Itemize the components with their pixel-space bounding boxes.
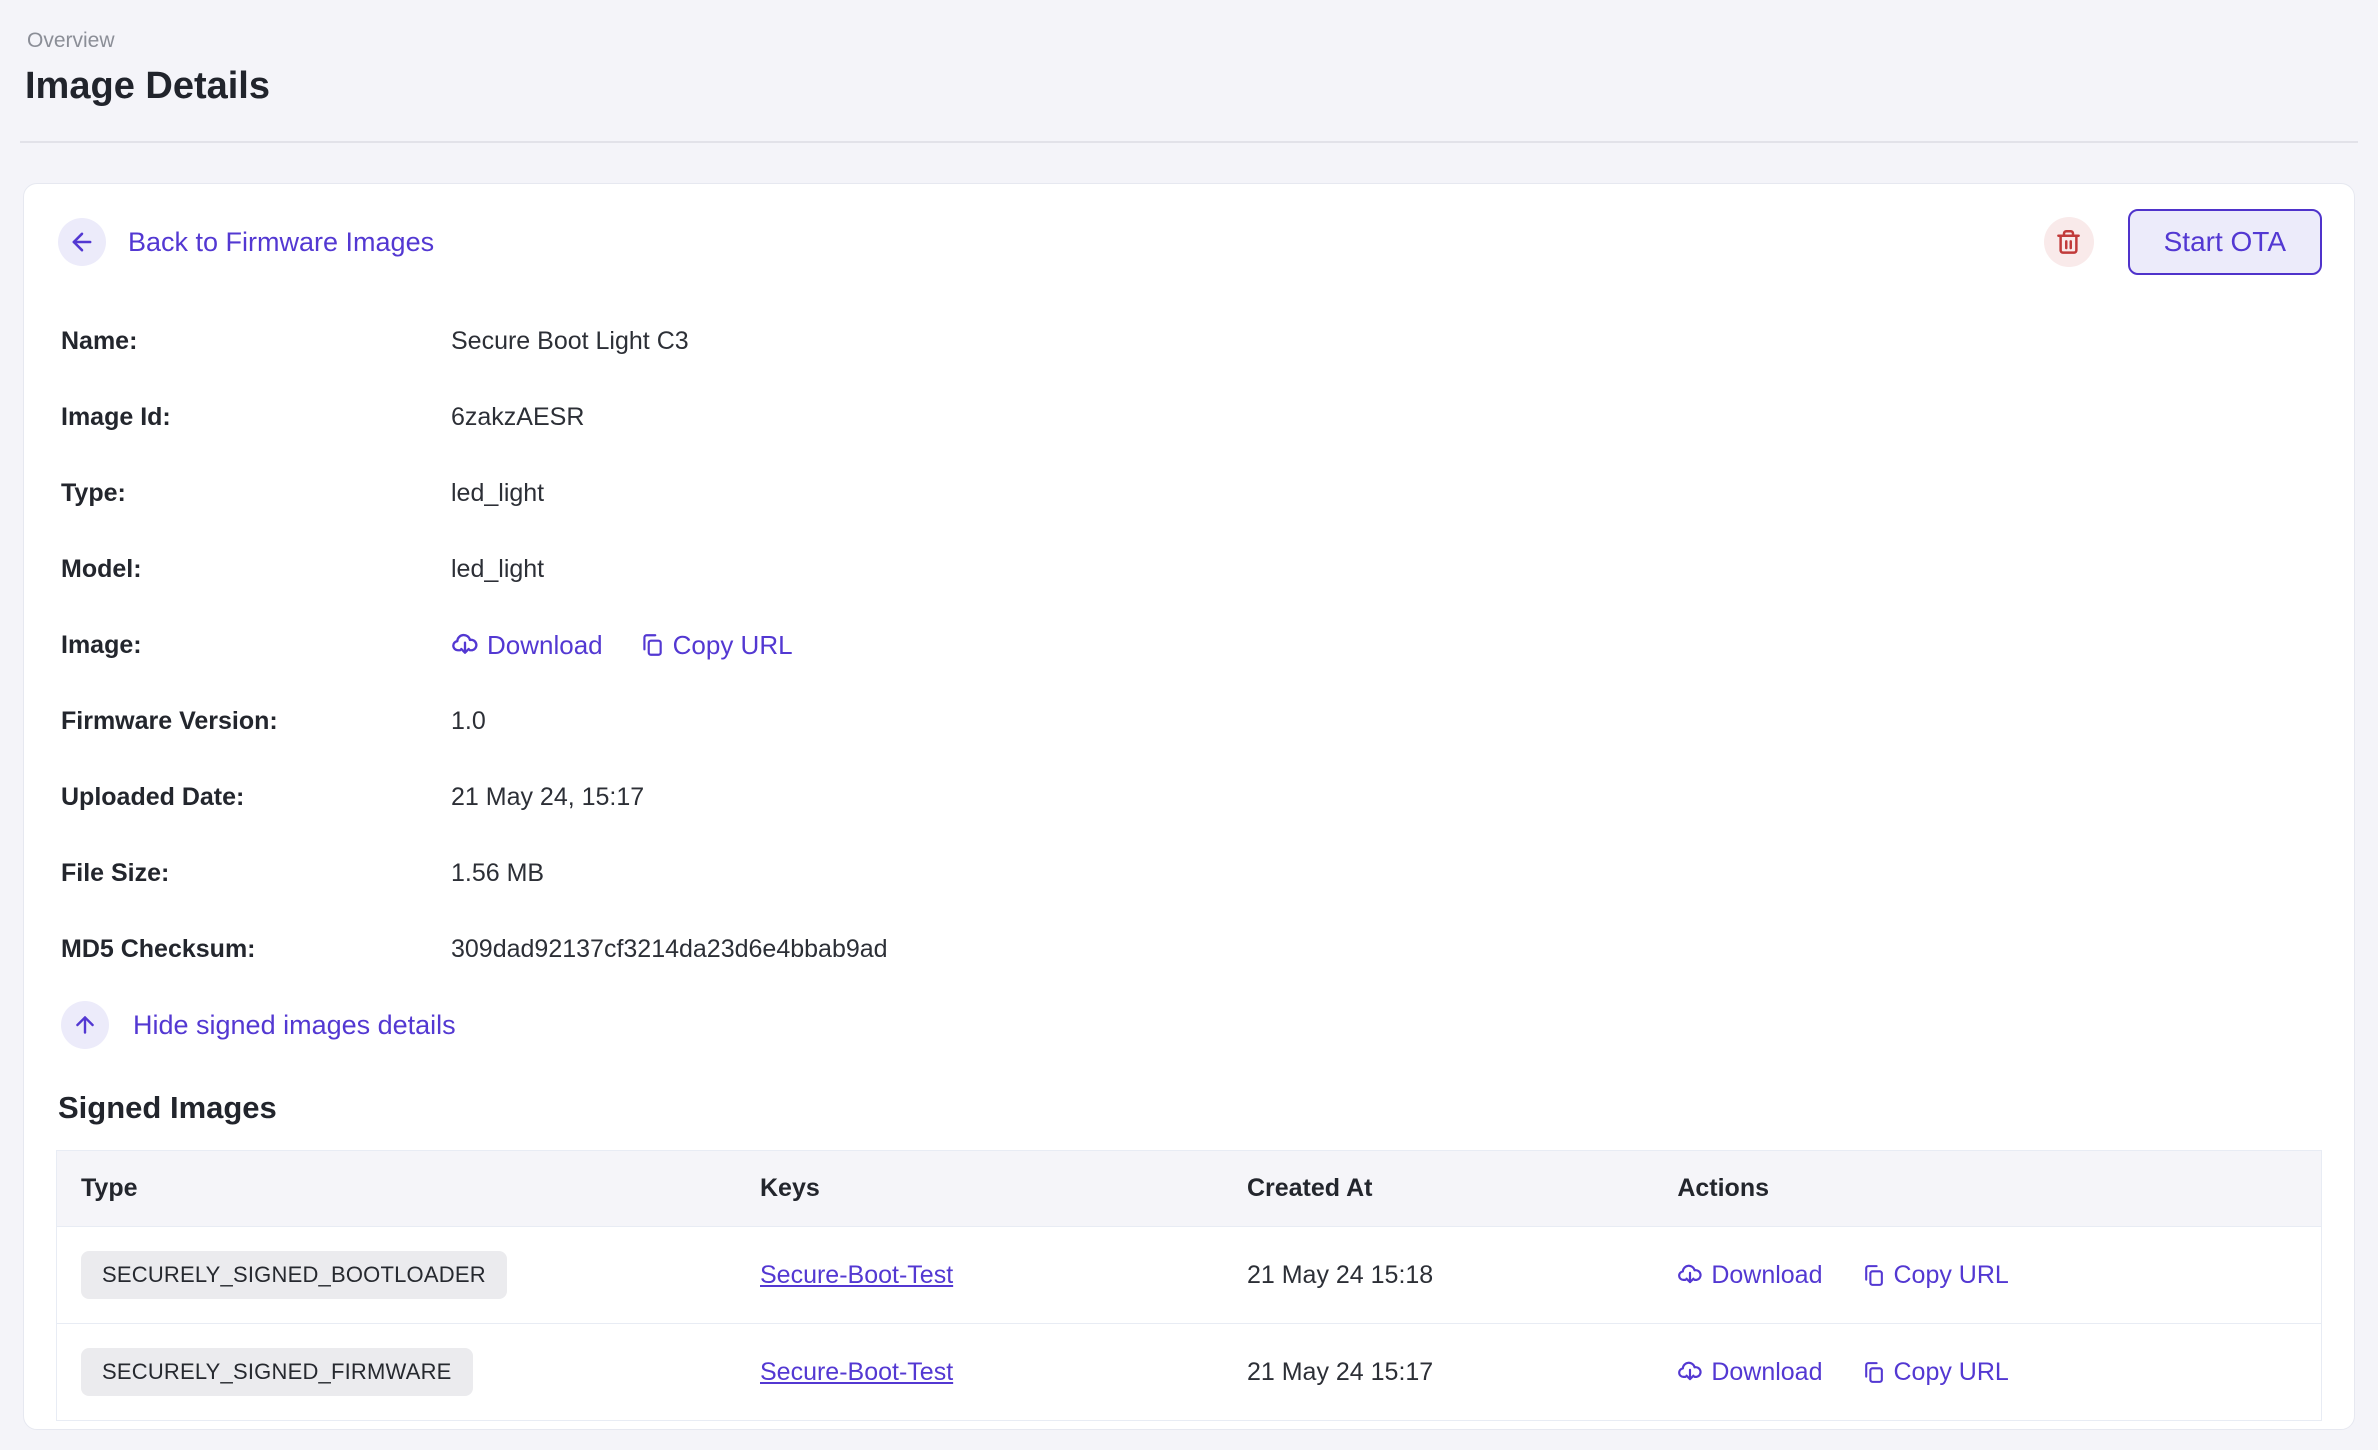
key-link[interactable]: Secure-Boot-Test (760, 1358, 953, 1386)
field-row-image-id: Image Id: 6zakzAESR (56, 379, 2322, 455)
field-value-firmware-version: 1.0 (451, 707, 486, 736)
cell-type: SECURELY_SIGNED_BOOTLOADER (57, 1227, 737, 1324)
cell-type: SECURELY_SIGNED_FIRMWARE (57, 1324, 737, 1421)
row-copy-url-link[interactable]: Copy URL (1861, 1261, 2009, 1290)
row-download-link[interactable]: Download (1677, 1261, 1822, 1290)
copy-icon (1861, 1263, 1886, 1288)
back-button[interactable] (58, 218, 106, 266)
field-label: File Size: (61, 859, 451, 888)
image-download-link[interactable]: Download (451, 630, 603, 661)
cell-created-at: 21 May 24 15:17 (1223, 1324, 1653, 1421)
copy-icon (639, 632, 665, 658)
cloud-download-icon (1677, 1359, 1703, 1385)
signed-images-table: Type Keys Created At Actions SECURELY_SI… (56, 1150, 2322, 1421)
field-label: Uploaded Date: (61, 783, 451, 812)
cell-keys: Secure-Boot-Test (736, 1324, 1223, 1421)
table-row-bootloader: SECURELY_SIGNED_BOOTLOADER Secure-Boot-T… (57, 1227, 2322, 1324)
cloud-download-icon (1677, 1262, 1703, 1288)
cloud-download-icon (451, 631, 479, 659)
page-header: Overview Image Details (0, 0, 2378, 105)
field-row-firmware-version: Firmware Version: 1.0 (56, 683, 2322, 759)
field-label: Type: (61, 479, 451, 508)
details-fields: Name: Secure Boot Light C3 Image Id: 6za… (56, 303, 2322, 987)
card-toolbar: Back to Firmware Images Start OTA (56, 209, 2322, 275)
field-row-name: Name: Secure Boot Light C3 (56, 303, 2322, 379)
type-badge: SECURELY_SIGNED_BOOTLOADER (81, 1251, 507, 1299)
row-copy-url-label: Copy URL (1894, 1358, 2009, 1387)
field-value-name: Secure Boot Light C3 (451, 327, 689, 356)
field-label: Image Id: (61, 403, 451, 432)
row-actions: Download Copy URL (1677, 1358, 2297, 1387)
field-value-model: led_light (451, 555, 544, 584)
signed-images-table-head: Type Keys Created At Actions (57, 1151, 2322, 1227)
field-row-file-size: File Size: 1.56 MB (56, 835, 2322, 911)
image-actions: Download Copy URL (451, 630, 793, 661)
toolbar-right: Start OTA (2044, 209, 2322, 275)
image-copy-url-link[interactable]: Copy URL (639, 630, 793, 661)
field-row-type: Type: led_light (56, 455, 2322, 531)
row-copy-url-label: Copy URL (1894, 1261, 2009, 1290)
toolbar-left: Back to Firmware Images (56, 218, 434, 266)
arrow-up-icon (72, 1012, 98, 1038)
field-label: Firmware Version: (61, 707, 451, 736)
field-label: MD5 Checksum: (61, 935, 451, 964)
cell-created-at: 21 May 24 15:18 (1223, 1227, 1653, 1324)
header-divider (20, 141, 2358, 143)
table-row-firmware: SECURELY_SIGNED_FIRMWARE Secure-Boot-Tes… (57, 1324, 2322, 1421)
cell-actions: Download Copy URL (1653, 1324, 2321, 1421)
column-header-actions: Actions (1653, 1151, 2321, 1227)
breadcrumb[interactable]: Overview (27, 30, 2378, 51)
field-label: Image: (61, 631, 451, 660)
table-header-row: Type Keys Created At Actions (57, 1151, 2322, 1227)
copy-icon (1861, 1360, 1886, 1385)
cell-actions: Download Copy URL (1653, 1227, 2321, 1324)
hide-signed-images-link[interactable]: Hide signed images details (133, 1010, 456, 1041)
row-actions: Download Copy URL (1677, 1261, 2297, 1290)
start-ota-button[interactable]: Start OTA (2128, 209, 2322, 275)
signed-images-heading: Signed Images (58, 1089, 2322, 1126)
image-download-label: Download (487, 630, 603, 661)
column-header-type: Type (57, 1151, 737, 1227)
field-row-uploaded-date: Uploaded Date: 21 May 24, 15:17 (56, 759, 2322, 835)
row-download-link[interactable]: Download (1677, 1358, 1822, 1387)
row-download-label: Download (1711, 1261, 1822, 1290)
row-download-label: Download (1711, 1358, 1822, 1387)
field-value-type: led_light (451, 479, 544, 508)
field-label: Model: (61, 555, 451, 584)
field-row-model: Model: led_light (56, 531, 2322, 607)
signed-images-table-body: SECURELY_SIGNED_BOOTLOADER Secure-Boot-T… (57, 1227, 2322, 1421)
image-copy-url-label: Copy URL (673, 630, 793, 661)
page-title: Image Details (25, 67, 2378, 105)
field-value-uploaded-date: 21 May 24, 15:17 (451, 783, 644, 812)
cell-keys: Secure-Boot-Test (736, 1227, 1223, 1324)
field-row-image: Image: Download Copy URL (56, 607, 2322, 683)
field-value-file-size: 1.56 MB (451, 859, 544, 888)
back-to-firmware-link[interactable]: Back to Firmware Images (128, 227, 434, 258)
field-label: Name: (61, 327, 451, 356)
trash-icon (2055, 229, 2082, 256)
key-link[interactable]: Secure-Boot-Test (760, 1261, 953, 1289)
field-row-md5-checksum: MD5 Checksum: 309dad92137cf3214da23d6e4b… (56, 911, 2322, 987)
type-badge: SECURELY_SIGNED_FIRMWARE (81, 1348, 473, 1396)
collapse-button[interactable] (61, 1001, 109, 1049)
column-header-created-at: Created At (1223, 1151, 1653, 1227)
delete-button[interactable] (2044, 217, 2094, 267)
field-value-md5-checksum: 309dad92137cf3214da23d6e4bbab9ad (451, 935, 888, 964)
arrow-left-icon (68, 228, 96, 256)
image-details-card: Back to Firmware Images Start OTA Name: … (23, 183, 2355, 1430)
row-copy-url-link[interactable]: Copy URL (1861, 1358, 2009, 1387)
hide-signed-images-row: Hide signed images details (56, 987, 2322, 1063)
column-header-keys: Keys (736, 1151, 1223, 1227)
field-value-image-id: 6zakzAESR (451, 403, 584, 432)
